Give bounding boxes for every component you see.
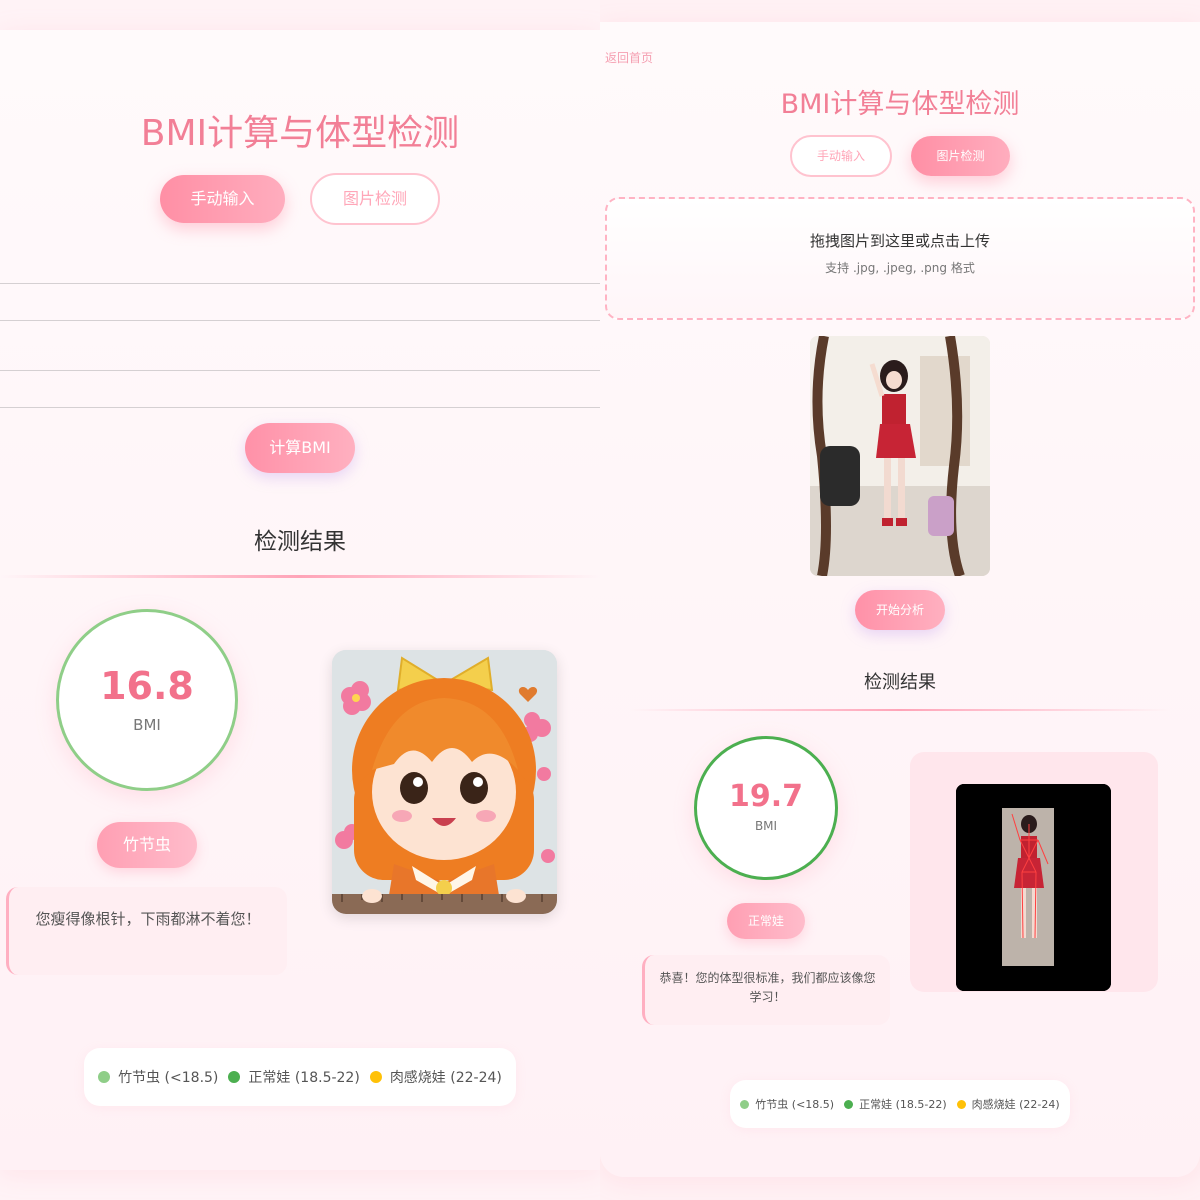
legend-label: 竹节虫 (<18.5) xyxy=(118,1070,219,1086)
cartoon-girl-illustration xyxy=(332,650,557,914)
body-type-badge: 竹节虫 xyxy=(97,822,197,868)
main-card xyxy=(0,30,600,1170)
upload-title: 拖拽图片到这里或点击上传 xyxy=(809,232,990,250)
tab-image-detect[interactable]: 图片检测 xyxy=(310,173,440,225)
divider xyxy=(630,709,1170,711)
tab-manual-input[interactable]: 手动输入 xyxy=(790,135,892,177)
page-title: BMI计算与体型检测 xyxy=(780,89,1020,120)
legend-dot xyxy=(956,1099,966,1109)
legend-item: 正常娃 (18.5-22) xyxy=(844,1096,947,1112)
bmi-legend: 竹节虫 (<18.5) 正常娃 (18.5-22) 肉感烧娃 (22-24) xyxy=(84,1048,516,1106)
result-message: 恭喜！您的体型很标准，我们都应该像您学习！ xyxy=(642,955,890,1025)
result-heading: 检测结果 xyxy=(254,529,346,555)
legend-dot xyxy=(844,1099,854,1109)
bmi-legend: 竹节虫 (<18.5) 正常娃 (18.5-22) 肉感烧娃 (22-24) xyxy=(730,1080,1070,1128)
pose-skeleton-image xyxy=(956,784,1111,991)
tab-image-detect[interactable]: 图片检测 xyxy=(911,136,1010,176)
uploaded-photo-preview xyxy=(810,336,990,576)
legend-item: 肉感烧娃 (22-24) xyxy=(956,1096,1060,1112)
page-title: BMI计算与体型检测 xyxy=(140,113,460,154)
legend-label: 正常娃 (18.5-22) xyxy=(859,1098,947,1111)
result-message: 您瘦得像根针，下雨都淋不着您！ xyxy=(6,887,287,975)
weight-input[interactable] xyxy=(0,370,600,408)
bmi-value: 19.7 xyxy=(728,779,804,814)
body-type-badge: 正常娃 xyxy=(727,903,805,939)
image-upload-dropzone[interactable]: 拖拽图片到这里或点击上传 支持 .jpg, .jpeg, .png 格式 xyxy=(605,197,1195,320)
legend-label: 正常娃 (18.5-22) xyxy=(248,1070,360,1086)
height-input[interactable] xyxy=(0,283,600,321)
legend-dot xyxy=(740,1099,750,1109)
legend-item: 正常娃 (18.5-22) xyxy=(228,1067,360,1087)
left-panel: BMI计算与体型检测 手动输入 图片检测 计算BMI 检测结果 16.8 BMI… xyxy=(0,0,600,1200)
bmi-unit-label: BMI xyxy=(754,819,778,833)
upload-format-hint: 支持 .jpg, .jpeg, .png 格式 xyxy=(825,261,975,275)
bmi-unit-label: BMI xyxy=(133,716,161,734)
legend-dot xyxy=(369,1071,382,1083)
legend-dot xyxy=(98,1071,111,1083)
legend-label: 肉感烧娃 (22-24) xyxy=(971,1098,1060,1111)
legend-label: 竹节虫 (<18.5) xyxy=(755,1098,835,1111)
start-analysis-button[interactable]: 开始分析 xyxy=(855,590,945,630)
bmi-score-circle: 19.7 BMI xyxy=(694,736,838,880)
divider xyxy=(0,575,600,578)
legend-label: 肉感烧娃 (22-24) xyxy=(389,1070,502,1086)
legend-item: 竹节虫 (<18.5) xyxy=(98,1067,218,1087)
bmi-value: 16.8 xyxy=(100,664,194,708)
bmi-score-circle: 16.8 BMI xyxy=(56,609,238,791)
tab-manual-input[interactable]: 手动输入 xyxy=(160,175,285,223)
legend-item: 竹节虫 (<18.5) xyxy=(740,1096,834,1112)
result-heading: 检测结果 xyxy=(864,672,936,693)
back-home-link[interactable]: 返回首页 xyxy=(605,49,653,66)
legend-item: 肉感烧娃 (22-24) xyxy=(369,1067,502,1087)
legend-dot xyxy=(228,1071,241,1083)
calculate-bmi-button[interactable]: 计算BMI xyxy=(245,423,355,473)
